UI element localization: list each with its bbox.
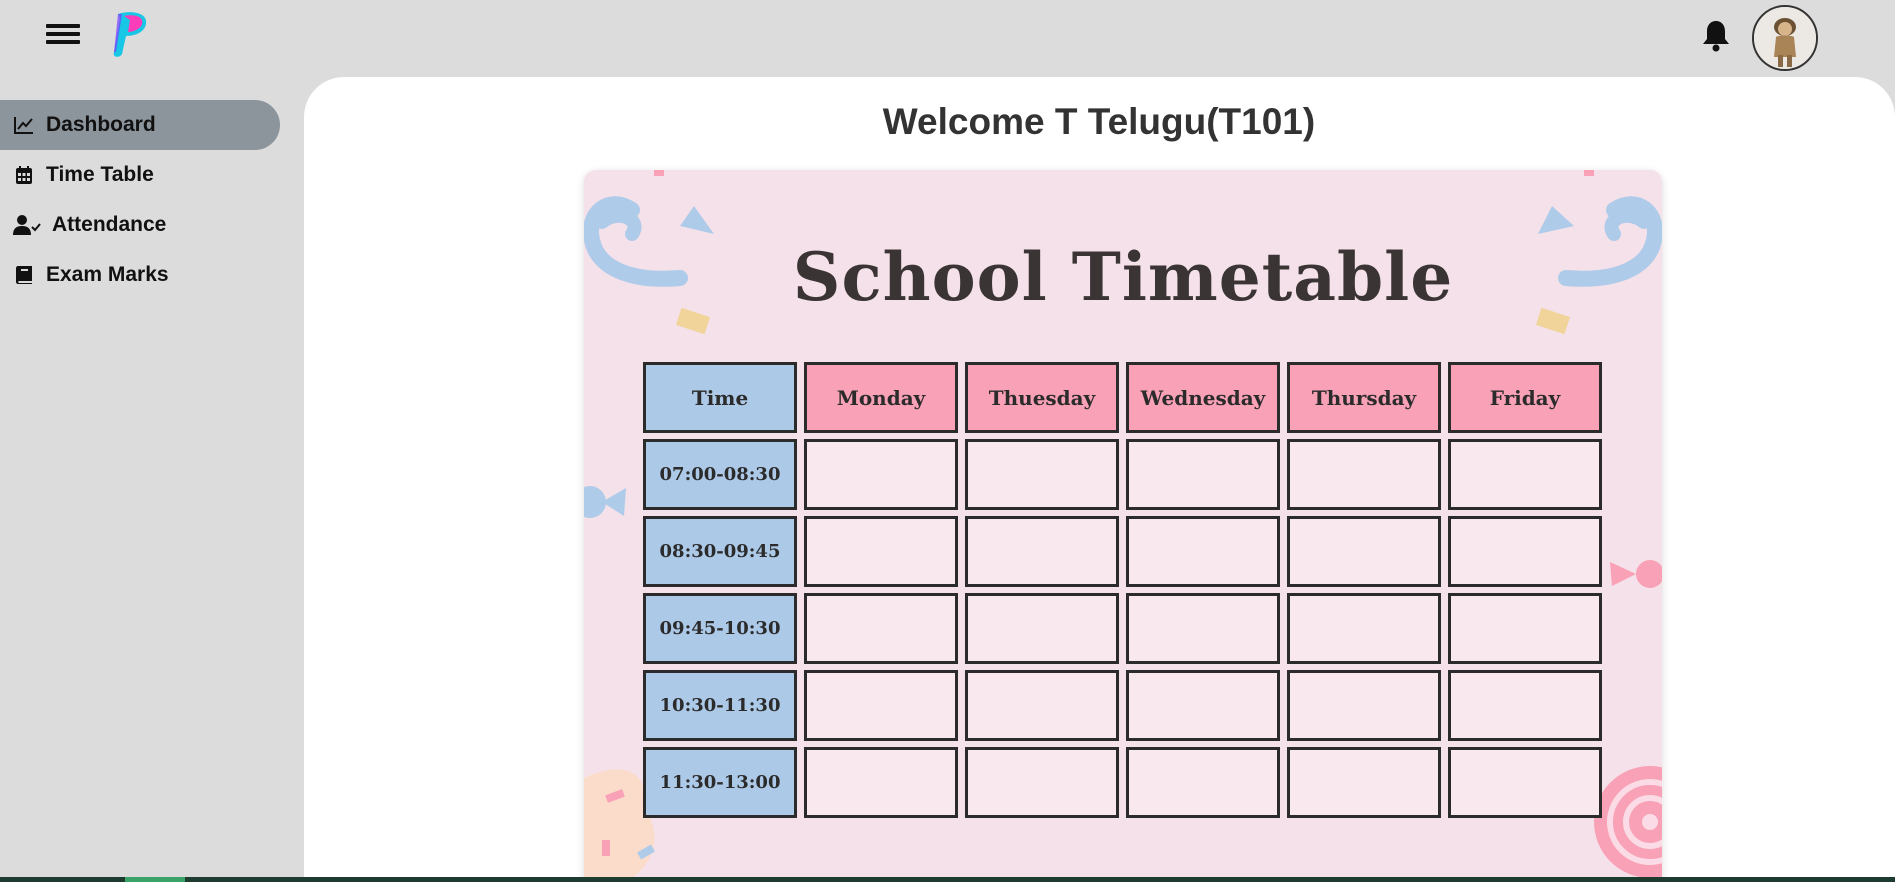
sidebar: Dashboard Time Table Attendance Exam Mar… <box>0 100 280 300</box>
sidebar-item-dashboard[interactable]: Dashboard <box>0 100 280 150</box>
chart-line-icon <box>12 113 36 137</box>
bottom-edge <box>0 877 1895 882</box>
timetable-cell[interactable] <box>965 670 1119 741</box>
user-check-icon <box>12 213 42 237</box>
timetable-cell[interactable] <box>1126 439 1280 510</box>
time-slot: 08:30-09:45 <box>643 516 797 587</box>
timetable-cell[interactable] <box>965 593 1119 664</box>
timetable-cell[interactable] <box>1126 670 1280 741</box>
timetable-cell[interactable] <box>804 516 958 587</box>
brand-logo[interactable] <box>108 8 154 58</box>
timetable-cell[interactable] <box>804 439 958 510</box>
timetable-cell[interactable] <box>965 747 1119 818</box>
timetable-cell[interactable] <box>1287 747 1441 818</box>
time-header: Time <box>643 362 797 433</box>
timetable-cell[interactable] <box>1287 516 1441 587</box>
timetable-cell[interactable] <box>1126 516 1280 587</box>
sidebar-item-label: Exam Marks <box>46 263 169 286</box>
timetable-title: School Timetable <box>792 238 1454 316</box>
timetable-cell[interactable] <box>1287 670 1441 741</box>
sidebar-item-label: Time Table <box>46 163 154 186</box>
sidebar-item-exam-marks[interactable]: Exam Marks <box>0 250 280 300</box>
timetable-card: School Timetable Time Monday Thuesday We… <box>584 170 1662 882</box>
day-header-friday: Friday <box>1448 362 1602 433</box>
timetable-cell[interactable] <box>1448 747 1602 818</box>
sidebar-item-label: Dashboard <box>46 113 156 136</box>
user-avatar[interactable] <box>1752 5 1818 71</box>
sidebar-item-label: Attendance <box>52 213 167 236</box>
bell-icon[interactable] <box>1700 18 1732 52</box>
timetable-cell[interactable] <box>1448 670 1602 741</box>
timetable-cell[interactable] <box>804 747 958 818</box>
hamburger-menu-icon[interactable] <box>46 20 80 50</box>
day-header-tuesday: Thuesday <box>965 362 1119 433</box>
day-header-monday: Monday <box>804 362 958 433</box>
sidebar-item-time-table[interactable]: Time Table <box>0 150 280 200</box>
day-header-thursday: Thursday <box>1287 362 1441 433</box>
timetable-cell[interactable] <box>1287 439 1441 510</box>
timetable-grid: Time Monday Thuesday Wednesday Thursday … <box>643 362 1602 818</box>
timetable-cell[interactable] <box>1448 593 1602 664</box>
main-content: Welcome T Telugu(T101) School Timetable … <box>304 77 1895 882</box>
timetable-cell[interactable] <box>1126 747 1280 818</box>
timetable-cell[interactable] <box>804 670 958 741</box>
timetable-cell[interactable] <box>1287 593 1441 664</box>
sidebar-item-attendance[interactable]: Attendance <box>0 200 280 250</box>
timetable-cell[interactable] <box>804 593 958 664</box>
bottom-accent <box>125 877 185 882</box>
time-slot: 10:30-11:30 <box>643 670 797 741</box>
timetable-cell[interactable] <box>965 516 1119 587</box>
timetable-cell[interactable] <box>1448 439 1602 510</box>
calendar-icon <box>12 163 36 187</box>
book-icon <box>12 263 36 287</box>
timetable-cell[interactable] <box>1126 593 1280 664</box>
time-slot: 07:00-08:30 <box>643 439 797 510</box>
time-slot: 11:30-13:00 <box>643 747 797 818</box>
timetable-cell[interactable] <box>965 439 1119 510</box>
timetable-cell[interactable] <box>1448 516 1602 587</box>
time-slot: 09:45-10:30 <box>643 593 797 664</box>
top-bar <box>0 0 1895 72</box>
page-title: Welcome T Telugu(T101) <box>882 101 1316 142</box>
day-header-wednesday: Wednesday <box>1126 362 1280 433</box>
